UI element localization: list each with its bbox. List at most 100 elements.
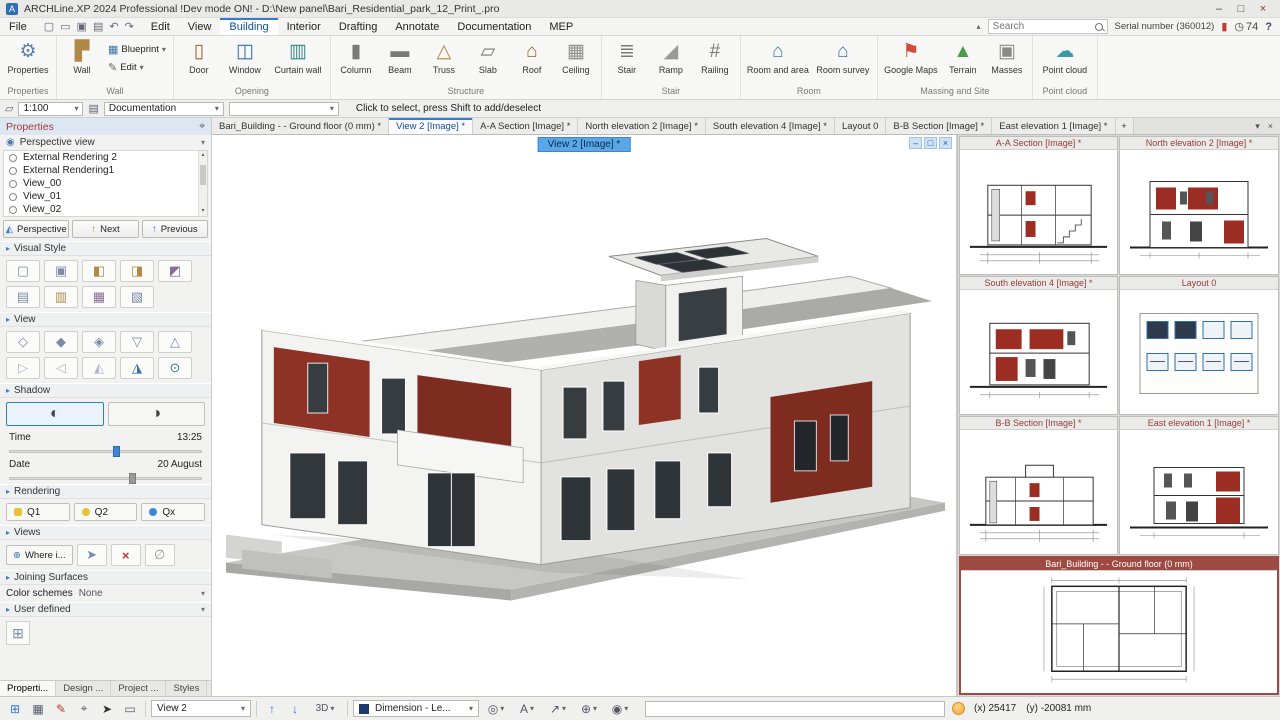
layer-book-icon[interactable]: ▤ [88, 102, 98, 115]
hide-view-icon[interactable]: ∅ [145, 544, 175, 566]
view-cell-title[interactable]: A-A Section [Image] * [960, 137, 1117, 150]
slider-track[interactable] [9, 477, 202, 480]
properties-button[interactable]: ⚙ Properties [4, 38, 52, 85]
cursor-icon[interactable]: ➤ [97, 700, 117, 718]
list-item[interactable]: External Rendering1 [4, 164, 198, 177]
scale-combo[interactable]: 1:100 ▾ [18, 102, 83, 116]
tab-styles[interactable]: Styles [166, 681, 207, 696]
ramp-button[interactable]: ◢ Ramp [650, 38, 692, 85]
section-views[interactable]: ▸Views [0, 525, 211, 540]
floor-down-icon[interactable]: ↓ [285, 700, 305, 718]
view-cell-drawing[interactable] [960, 150, 1117, 275]
section-visual-style[interactable]: ▸Visual Style [0, 241, 211, 256]
scrollbar-thumb[interactable] [200, 165, 206, 185]
edit-button[interactable]: ✎ Edit ▾ [105, 60, 169, 75]
radio-icon[interactable] [9, 167, 17, 175]
table-icon[interactable]: ▦ [28, 700, 48, 718]
scrollbar[interactable]: ▴ ▾ [198, 151, 207, 216]
search-icon[interactable] [1095, 23, 1103, 31]
railing-button[interactable]: # Railing [694, 38, 736, 85]
room-survey-button[interactable]: ⌂ Room survey [813, 38, 873, 85]
dimension-combo[interactable]: Dimension - Le... ▾ [353, 700, 479, 717]
visual-style-icon[interactable]: ◧ [82, 260, 116, 282]
license-icon[interactable]: ▮ [1221, 20, 1227, 33]
slider-track[interactable] [9, 450, 202, 453]
view-cell-drawing[interactable] [960, 290, 1117, 415]
menu-edit[interactable]: Edit [142, 18, 179, 35]
tab-list-icon[interactable]: ▾ [1255, 121, 1260, 132]
shadow-on-button[interactable]: ◐ [6, 402, 104, 426]
radio-icon[interactable] [9, 180, 17, 188]
room-and-area-button[interactable]: ⌂ Room and area [745, 38, 811, 85]
list-item[interactable]: View_02 [4, 203, 198, 216]
wall-button[interactable]: ▛ Wall [61, 38, 103, 85]
roof-button[interactable]: ⌂ Roof [511, 38, 553, 85]
list-item[interactable]: View_01 [4, 190, 198, 203]
properties-mini-icon[interactable]: ▱ [5, 102, 13, 115]
view-icon[interactable]: ◇ [6, 331, 40, 353]
sun-icon[interactable] [952, 702, 965, 715]
list-item[interactable]: View_00 [4, 177, 198, 190]
view-cell-drawing[interactable] [1120, 430, 1278, 555]
floor-up-icon[interactable]: ↑ [262, 700, 282, 718]
column-button[interactable]: ▮ Column [335, 38, 377, 85]
monitor-icon[interactable]: ▭ [120, 700, 140, 718]
doc-tab-aa-section[interactable]: A-A Section [Image] * [473, 118, 578, 134]
beam-button[interactable]: ▬ Beam [379, 38, 421, 85]
slider-handle[interactable] [129, 473, 136, 484]
pick-view-icon[interactable]: ➤ [77, 544, 107, 566]
delete-view-icon[interactable]: × [111, 544, 141, 566]
3d-view-canvas[interactable] [212, 135, 956, 696]
previous-button[interactable]: ↑ Previous [142, 220, 208, 238]
visual-style-icon[interactable]: ▥ [44, 286, 78, 308]
where-is-button[interactable]: ⊕ Where i... [6, 545, 73, 565]
curtain-wall-button[interactable]: ▥ Curtain wall [270, 38, 326, 85]
shadow-off-button[interactable]: ◑ [108, 402, 206, 426]
visual-style-icon[interactable]: ▣ [44, 260, 78, 282]
globe-tool[interactable]: ⊕▾ [575, 700, 603, 718]
collapse-ribbon-icon[interactable]: ▴ [977, 22, 981, 31]
view-icon[interactable]: ◁ [44, 357, 78, 379]
view-icon[interactable]: ◈ [82, 331, 116, 353]
door-button[interactable]: ▯ Door [178, 38, 220, 85]
view-cell-drawing[interactable] [1120, 150, 1278, 275]
slider-handle[interactable] [113, 446, 120, 457]
user-defined-icon[interactable]: ⊞ [6, 621, 30, 645]
radio-icon[interactable] [9, 154, 17, 162]
section-joining-surfaces[interactable]: ▸Joining Surfaces [0, 570, 211, 585]
3d-draft-tool[interactable]: 3D ▾ [308, 700, 342, 718]
view-icon[interactable]: ▽ [120, 331, 154, 353]
visual-style-icon[interactable]: ◩ [158, 260, 192, 282]
active-view-combo[interactable]: View 2 ▾ [151, 700, 251, 717]
command-input[interactable] [645, 701, 945, 717]
close-tab-icon[interactable]: × [1268, 121, 1273, 131]
pin-icon[interactable]: ⌖ [199, 120, 205, 133]
style-combo[interactable]: ▾ [229, 102, 339, 116]
view-cell-drawing[interactable] [960, 430, 1117, 555]
perspective-button[interactable]: ◭ Perspective [3, 220, 69, 238]
view-cell-drawing[interactable] [961, 571, 1277, 695]
doc-tab-south-elevation[interactable]: South elevation 4 [Image] * [706, 118, 835, 134]
save-icon[interactable]: ▣ [77, 20, 87, 33]
section-view[interactable]: ▸View [0, 312, 211, 327]
date-slider[interactable] [9, 472, 202, 484]
window-button[interactable]: ◫ Window [222, 38, 268, 85]
undo-icon[interactable]: ↶ [109, 20, 118, 33]
doc-tab-layout0[interactable]: Layout 0 [835, 118, 886, 134]
hatch-tool[interactable]: ◎▾ [482, 700, 510, 718]
list-item[interactable]: External Rendering 2 [4, 151, 198, 164]
text-tool[interactable]: A▾ [513, 700, 541, 718]
view-cell-title[interactable]: North elevation 2 [Image] * [1120, 137, 1278, 150]
help-icon[interactable]: ? [1265, 21, 1272, 33]
open-icon[interactable]: ▭ [60, 20, 70, 33]
new-icon[interactable]: ▢ [44, 20, 54, 33]
viewport-minimize-icon[interactable]: – [909, 137, 922, 149]
brush-icon[interactable]: ✎ [51, 700, 71, 718]
notification-counter[interactable]: ◷ 74 [1234, 20, 1258, 33]
terrain-button[interactable]: ▲ Terrain [942, 38, 984, 85]
menu-drafting[interactable]: Drafting [330, 18, 387, 35]
view-icon[interactable]: ◭ [82, 357, 116, 379]
maximize-icon[interactable]: □ [1230, 1, 1252, 17]
view-cell-drawing[interactable] [1120, 290, 1278, 415]
visual-style-icon[interactable]: ▧ [120, 286, 154, 308]
